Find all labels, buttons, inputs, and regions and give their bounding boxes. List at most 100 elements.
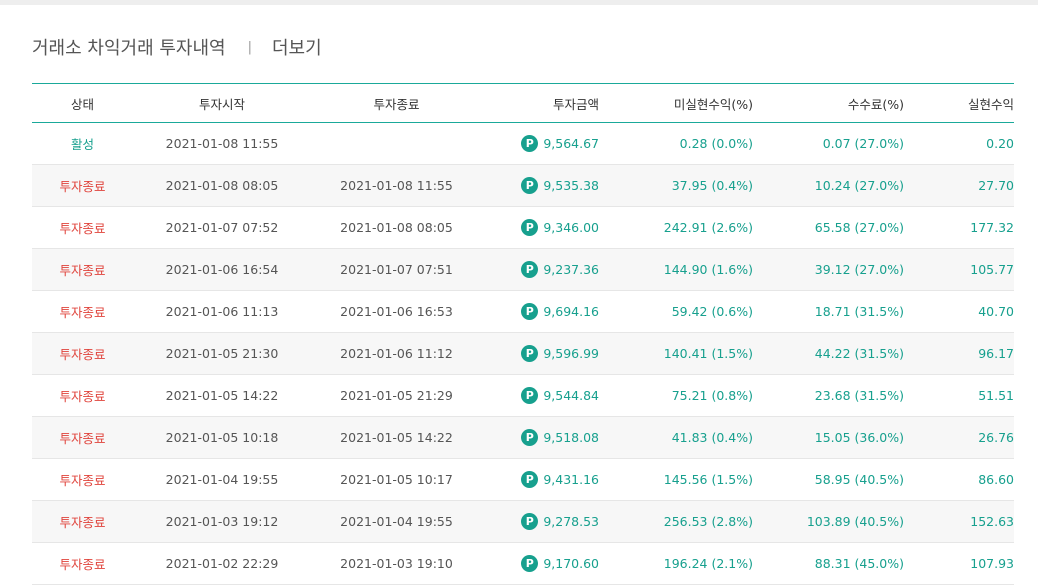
- amount-cell: P 9,278.53: [521, 513, 599, 530]
- status-badge: 투자종료: [59, 221, 106, 236]
- start-time: 2021-01-08 11:55: [133, 122, 311, 165]
- status-badge: 투자종료: [59, 179, 106, 194]
- point-icon: P: [521, 219, 539, 236]
- page-title: 거래소 차익거래 투자내역: [32, 38, 226, 59]
- amount-cell: P 9,564.67: [521, 135, 599, 152]
- amount-value: 9,564.67: [543, 136, 599, 151]
- point-icon: P: [521, 177, 539, 194]
- amount-value: 9,346.00: [543, 220, 599, 235]
- status-badge: 투자종료: [59, 305, 106, 320]
- end-time: 2021-01-06 16:53: [311, 290, 482, 333]
- unrealized-profit: 59.42 (0.6%): [599, 290, 753, 333]
- col-header-realized: 실현수익: [967, 96, 1014, 112]
- start-time: 2021-01-05 14:22: [133, 374, 311, 417]
- fee: 44.22 (31.5%): [753, 332, 904, 375]
- top-bar: [0, 0, 1038, 5]
- amount-value: 9,237.36: [543, 262, 599, 277]
- table-row: 투자종료 2021-01-05 14:22 2021-01-05 21:29 P 9,5…: [32, 374, 1014, 417]
- table-row: 투자종료 2021-01-04 19:55 2021-01-05 10:17 P 9,4…: [32, 458, 1014, 501]
- fee: 23.68 (31.5%): [753, 374, 904, 417]
- amount-value: 9,596.99: [543, 346, 599, 361]
- table-row: 투자종료 2021-01-02 22:29 2021-01-03 19:10 P 9,1…: [32, 542, 1014, 585]
- realized-profit: 26.76: [904, 416, 1014, 459]
- table-header: 상태 투자시작 투자종료 투자금액 미실현수익(%) 수수료(%) 실현수익: [32, 83, 1014, 123]
- amount-value: 9,278.53: [543, 514, 599, 529]
- investment-history-table: 상태 투자시작 투자종료 투자금액 미실현수익(%) 수수료(%) 실현수익 활…: [32, 83, 1014, 585]
- fee: 88.31 (45.0%): [753, 542, 904, 585]
- fee: 15.05 (36.0%): [753, 416, 904, 459]
- amount-value: 9,170.60: [543, 556, 599, 571]
- more-link[interactable]: 더보기: [272, 34, 322, 60]
- end-time: 2021-01-05 14:22: [311, 416, 482, 459]
- col-header-status: 상태: [70, 96, 94, 112]
- unrealized-profit: 196.24 (2.1%): [599, 542, 753, 585]
- table-row: 투자종료 2021-01-05 10:18 2021-01-05 14:22 P 9,5…: [32, 416, 1014, 459]
- start-time: 2021-01-05 21:30: [133, 332, 311, 375]
- start-time: 2021-01-05 10:18: [133, 416, 311, 459]
- fee: 103.89 (40.5%): [753, 500, 904, 543]
- start-time: 2021-01-08 08:05: [133, 164, 311, 207]
- unrealized-profit: 0.28 (0.0%): [599, 122, 753, 165]
- section-header: 거래소 차익거래 투자내역 | 더보기: [32, 33, 322, 61]
- amount-cell: P 9,544.84: [521, 387, 599, 404]
- unrealized-profit: 144.90 (1.6%): [599, 248, 753, 291]
- realized-profit: 86.60: [904, 458, 1014, 501]
- end-time: [311, 122, 482, 165]
- amount-cell: P 9,237.36: [521, 261, 599, 278]
- amount-cell: P 9,431.16: [521, 471, 599, 488]
- status-badge: 투자종료: [59, 557, 106, 572]
- table-row: 활성 2021-01-08 11:55 P 9,564.67 0.28 (0.0%) 0.…: [32, 122, 1014, 165]
- end-time: 2021-01-05 10:17: [311, 458, 482, 501]
- end-time: 2021-01-05 21:29: [311, 374, 482, 417]
- point-icon: P: [521, 387, 539, 404]
- unrealized-profit: 145.56 (1.5%): [599, 458, 753, 501]
- amount-value: 9,544.84: [543, 388, 599, 403]
- status-badge: 활성: [70, 137, 94, 152]
- amount-value: 9,431.16: [543, 472, 599, 487]
- amount-value: 9,694.16: [543, 304, 599, 319]
- start-time: 2021-01-06 16:54: [133, 248, 311, 291]
- col-header-start: 투자시작: [198, 96, 245, 112]
- start-time: 2021-01-03 19:12: [133, 500, 311, 543]
- point-icon: P: [521, 135, 539, 152]
- amount-cell: P 9,170.60: [521, 555, 599, 572]
- point-icon: P: [521, 345, 539, 362]
- amount-cell: P 9,694.16: [521, 303, 599, 320]
- status-badge: 투자종료: [59, 473, 106, 488]
- realized-profit: 27.70: [904, 164, 1014, 207]
- point-icon: P: [521, 555, 539, 572]
- table-row: 투자종료 2021-01-05 21:30 2021-01-06 11:12 P 9,5…: [32, 332, 1014, 375]
- unrealized-profit: 37.95 (0.4%): [599, 164, 753, 207]
- status-badge: 투자종료: [59, 515, 106, 530]
- amount-cell: P 9,518.08: [521, 429, 599, 446]
- realized-profit: 152.63: [904, 500, 1014, 543]
- table-row: 투자종료 2021-01-06 16:54 2021-01-07 07:51 P 9,2…: [32, 248, 1014, 291]
- col-header-unrealized: 미실현수익(%): [673, 96, 753, 112]
- unrealized-profit: 41.83 (0.4%): [599, 416, 753, 459]
- point-icon: P: [521, 303, 539, 320]
- point-icon: P: [521, 429, 539, 446]
- fee: 10.24 (27.0%): [753, 164, 904, 207]
- realized-profit: 177.32: [904, 206, 1014, 249]
- amount-value: 9,518.08: [543, 430, 599, 445]
- unrealized-profit: 140.41 (1.5%): [599, 332, 753, 375]
- col-header-end: 투자종료: [373, 96, 420, 112]
- end-time: 2021-01-04 19:55: [311, 500, 482, 543]
- realized-profit: 0.20: [904, 122, 1014, 165]
- end-time: 2021-01-06 11:12: [311, 332, 482, 375]
- status-badge: 투자종료: [59, 389, 106, 404]
- start-time: 2021-01-04 19:55: [133, 458, 311, 501]
- point-icon: P: [521, 261, 539, 278]
- amount-cell: P 9,535.38: [521, 177, 599, 194]
- amount-value: 9,535.38: [543, 178, 599, 193]
- col-header-fee: 수수료(%): [847, 96, 904, 112]
- table-row: 투자종료 2021-01-03 19:12 2021-01-04 19:55 P 9,2…: [32, 500, 1014, 543]
- end-time: 2021-01-03 19:10: [311, 542, 482, 585]
- end-time: 2021-01-08 11:55: [311, 164, 482, 207]
- fee: 39.12 (27.0%): [753, 248, 904, 291]
- fee: 58.95 (40.5%): [753, 458, 904, 501]
- start-time: 2021-01-06 11:13: [133, 290, 311, 333]
- amount-cell: P 9,596.99: [521, 345, 599, 362]
- fee: 65.58 (27.0%): [753, 206, 904, 249]
- unrealized-profit: 256.53 (2.8%): [599, 500, 753, 543]
